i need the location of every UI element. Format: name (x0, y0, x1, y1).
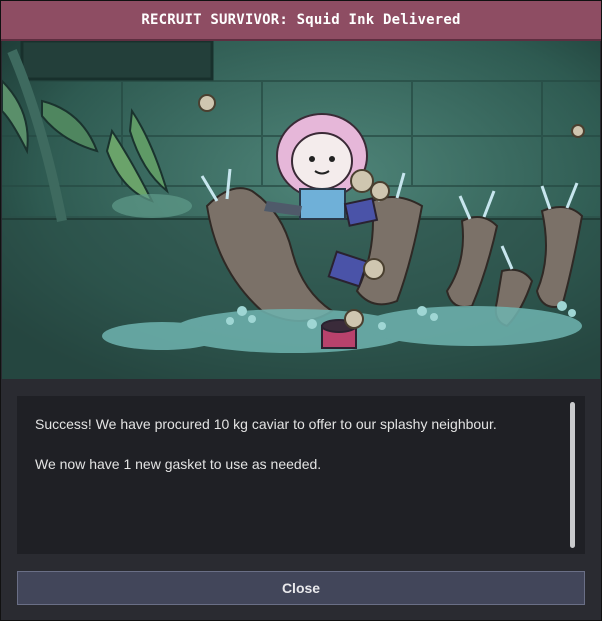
event-illustration (2, 41, 600, 379)
scrollbar-thumb[interactable] (570, 402, 575, 548)
message-line-2: We now have 1 new gasket to use as neede… (35, 456, 322, 472)
dialog-title: RECRUIT SURVIVOR: Squid Ink Delivered (141, 12, 461, 28)
message-box: Success! We have procured 10 kg caviar t… (17, 396, 585, 554)
message-line-1: Success! We have procured 10 kg caviar t… (35, 416, 497, 432)
close-button[interactable]: Close (17, 571, 585, 605)
title-bar: RECRUIT SURVIVOR: Squid Ink Delivered (1, 1, 601, 41)
scrollbar[interactable] (570, 402, 575, 548)
underwater-scene-image (2, 41, 600, 379)
event-dialog: RECRUIT SURVIVOR: Squid Ink Delivered Su… (0, 0, 602, 621)
